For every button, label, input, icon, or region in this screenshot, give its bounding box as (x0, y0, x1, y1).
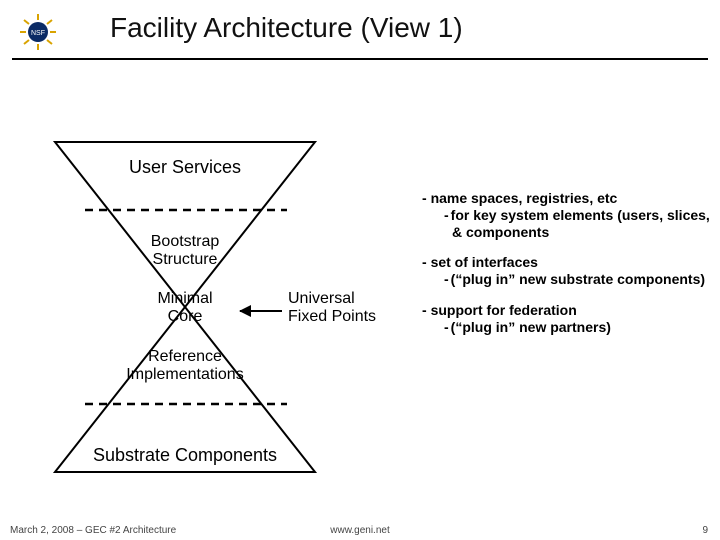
diagram: User Services Bootstrap Structure Minima… (0, 120, 720, 490)
bullet-head: set of interfaces (422, 254, 712, 271)
label-universal-fixed-points: Universal Fixed Points (288, 290, 398, 325)
bullet-list: name spaces, registries, etc for key sys… (422, 190, 712, 350)
slide-title: Facility Architecture (View 1) (110, 12, 463, 44)
bullet-head: support for federation (422, 302, 712, 319)
bullet-sub: (“plug in” new partners) (422, 319, 712, 336)
label-minimal-core: Minimal Core (135, 290, 235, 325)
bullet-sub: (“plug in” new substrate components) (422, 271, 712, 288)
label-substrate: Substrate Components (60, 446, 310, 466)
label-user-services: User Services (95, 158, 275, 178)
svg-text:NSF: NSF (31, 30, 45, 37)
bullet-group: support for federation (“plug in” new pa… (422, 302, 712, 336)
bullet-group: name spaces, registries, etc for key sys… (422, 190, 712, 240)
footer-page: 9 (702, 525, 708, 536)
header: NSF Facility Architecture (View 1) (0, 0, 720, 60)
slide: NSF Facility Architecture (View 1) User … (0, 0, 720, 540)
bullet-group: set of interfaces (“plug in” new substra… (422, 254, 712, 288)
label-bootstrap: Bootstrap Structure (140, 233, 230, 268)
bullet-head: name spaces, registries, etc (422, 190, 712, 207)
arrow-icon (240, 310, 282, 312)
header-divider (12, 58, 708, 60)
bullet-sub: for key system elements (users, slices, … (422, 207, 712, 241)
footer-center: www.geni.net (0, 525, 720, 536)
nsf-logo-icon: NSF (10, 12, 66, 52)
label-reference-impl: Reference Implementations (115, 348, 255, 383)
